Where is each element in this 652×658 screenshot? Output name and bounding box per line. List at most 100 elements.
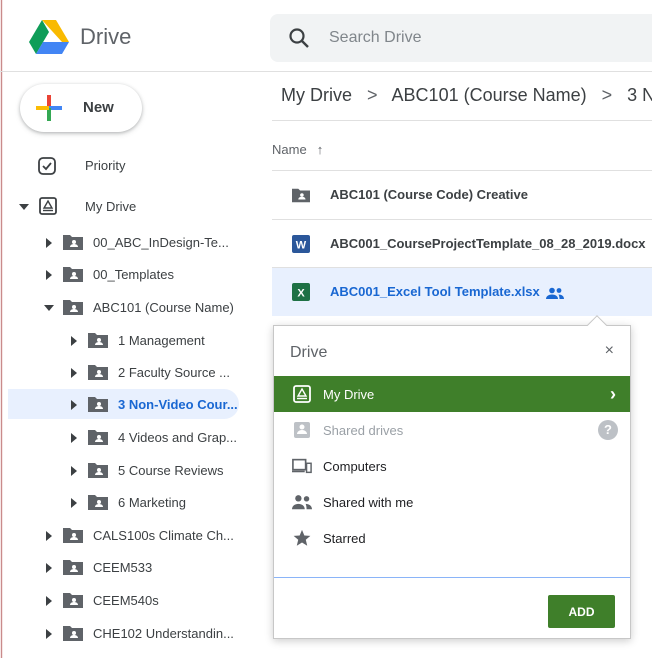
caret-right-icon[interactable] [46, 563, 52, 573]
sidebar-item-folder[interactable]: 00_ABC_InDesign-Te... [0, 227, 240, 257]
shared-folder-icon [88, 333, 108, 348]
svg-text:X: X [297, 288, 305, 300]
search-icon[interactable] [288, 27, 310, 49]
header-divider [0, 71, 652, 72]
caret-right-icon[interactable] [46, 238, 52, 248]
sort-arrow-icon[interactable]: ↑ [317, 142, 324, 157]
star-icon [293, 529, 311, 546]
shared-folder-icon [88, 495, 108, 510]
caret-right-icon[interactable] [71, 368, 77, 378]
column-header-name[interactable]: Name ↑ [272, 142, 323, 157]
sidebar-item-folder[interactable]: CHE102 Understandin... [0, 618, 240, 648]
sidebar-item-folder[interactable]: 4 Videos and Grap... [0, 422, 240, 452]
sidebar-item-folder[interactable]: 6 Marketing [0, 487, 240, 517]
breadcrumb-course[interactable]: ABC101 (Course Name) [392, 85, 587, 105]
caret-down-icon[interactable] [19, 204, 29, 210]
sidebar-item-label: My Drive [85, 199, 137, 214]
chevron-right-icon[interactable]: › [610, 384, 616, 405]
file-name: ABC001_Excel Tool Template.xlsx [330, 284, 564, 299]
dialog-item-label: Starred [323, 531, 366, 546]
column-label: Name [272, 142, 307, 157]
breadcrumb-separator: > [367, 85, 378, 105]
shared-folder-icon [63, 300, 83, 315]
sidebar-item-folder[interactable]: 1 Management [0, 325, 240, 355]
sidebar-item-label: 4 Videos and Grap... [118, 430, 238, 445]
sidebar-item-folder[interactable]: CEEM533 [0, 552, 240, 582]
file-row[interactable]: ABC101 (Course Code) Creative [272, 171, 652, 219]
new-button-label: New [83, 99, 114, 116]
caret-right-icon[interactable] [71, 498, 77, 508]
drive-icon [293, 385, 311, 403]
new-button[interactable]: New [20, 84, 142, 132]
shared-drives-icon [294, 422, 310, 438]
app-title: Drive [80, 24, 132, 49]
plus-icon [36, 95, 62, 121]
dialog-item-label: Shared drives [323, 423, 404, 438]
help-icon[interactable]: ? [598, 420, 618, 440]
shared-folder-icon [63, 626, 83, 641]
breadcrumb-current[interactable]: 3 N [627, 85, 652, 105]
sidebar-item-label: 2 Faculty Source ... [118, 365, 230, 380]
file-name: ABC101 (Course Code) Creative [330, 187, 528, 202]
dialog-item-computers[interactable]: Computers [274, 448, 630, 484]
caret-right-icon[interactable] [46, 531, 52, 541]
sidebar-item-folder[interactable]: 00_Templates [0, 259, 240, 289]
caret-right-icon[interactable] [71, 400, 77, 410]
excel-icon: X [292, 283, 310, 301]
shared-folder-icon [63, 528, 83, 543]
caret-right-icon[interactable] [46, 629, 52, 639]
file-row-selected[interactable]: X ABC001_Excel Tool Template.xlsx [272, 268, 652, 316]
breadcrumb-my-drive[interactable]: My Drive [281, 85, 352, 105]
sidebar-item-folder[interactable]: CALS100s Climate Ch... [0, 520, 240, 550]
shared-folder-icon [63, 593, 83, 608]
dialog-item-starred[interactable]: Starred [274, 520, 630, 556]
caret-right-icon[interactable] [46, 596, 52, 606]
dialog-item-my-drive[interactable]: My Drive › [274, 376, 630, 412]
sidebar-item-label: 1 Management [118, 333, 205, 348]
sidebar-item-folder[interactable]: CEEM540s [0, 585, 240, 615]
dialog-item-shared-with-me[interactable]: Shared with me [274, 484, 630, 520]
sidebar-item-label: CALS100s Climate Ch... [93, 528, 234, 543]
my-drive-icon [39, 197, 57, 215]
divider [272, 120, 652, 121]
shared-folder-icon [88, 463, 108, 478]
dialog-item-label: Computers [323, 459, 387, 474]
file-name: ABC001_CourseProjectTemplate_08_28_2019.… [330, 236, 646, 251]
sidebar-item-label: 00_Templates [93, 267, 174, 282]
sidebar-item-label: 3 Non-Video Cour... [118, 397, 238, 412]
sidebar-item-label: 00_ABC_InDesign-Te... [93, 235, 229, 250]
search-bar[interactable]: Search Drive [270, 14, 652, 62]
people-icon [292, 495, 312, 510]
shared-folder-icon [88, 397, 108, 412]
file-row[interactable]: W ABC001_CourseProjectTemplate_08_28_201… [272, 220, 652, 268]
close-icon[interactable]: × [605, 342, 614, 360]
search-input[interactable]: Search Drive [329, 29, 421, 47]
sidebar-item-label: CHE102 Understandin... [93, 626, 234, 641]
sidebar-item-label: 6 Marketing [118, 495, 186, 510]
drive-logo-icon [29, 20, 69, 54]
sidebar-item-folder[interactable]: ABC101 (Course Name) [0, 292, 240, 322]
word-doc-icon: W [292, 235, 310, 253]
dialog-item-label: Shared with me [323, 495, 414, 510]
caret-right-icon[interactable] [71, 433, 77, 443]
breadcrumb: My Drive > ABC101 (Course Name) > 3 N [281, 85, 652, 106]
sidebar-item-label: CEEM540s [93, 593, 159, 608]
dialog-footer-divider [274, 577, 630, 578]
caret-right-icon[interactable] [71, 336, 77, 346]
sidebar-item-folder[interactable]: 5 Course Reviews [0, 455, 240, 485]
caret-down-icon[interactable] [44, 305, 54, 311]
caret-right-icon[interactable] [46, 270, 52, 280]
file-name-text: ABC001_Excel Tool Template.xlsx [330, 284, 540, 299]
sidebar-item-folder[interactable]: 2 Faculty Source ... [0, 357, 240, 387]
add-button[interactable]: ADD [548, 595, 615, 628]
caret-right-icon[interactable] [71, 466, 77, 476]
shared-folder-icon [88, 430, 108, 445]
sidebar-item-my-drive[interactable]: My Drive [14, 191, 240, 221]
shared-people-icon [545, 287, 564, 299]
sidebar-item-folder-selected[interactable]: 3 Non-Video Cour... [8, 389, 239, 419]
sidebar-item-label: Priority [85, 158, 126, 173]
move-to-drive-dialog: Drive × My Drive › Shared drives ? Compu… [273, 325, 631, 639]
sidebar-item-priority[interactable]: Priority [20, 150, 240, 180]
dialog-item-shared-drives[interactable]: Shared drives ? [274, 412, 630, 448]
shared-folder-icon [63, 267, 83, 282]
